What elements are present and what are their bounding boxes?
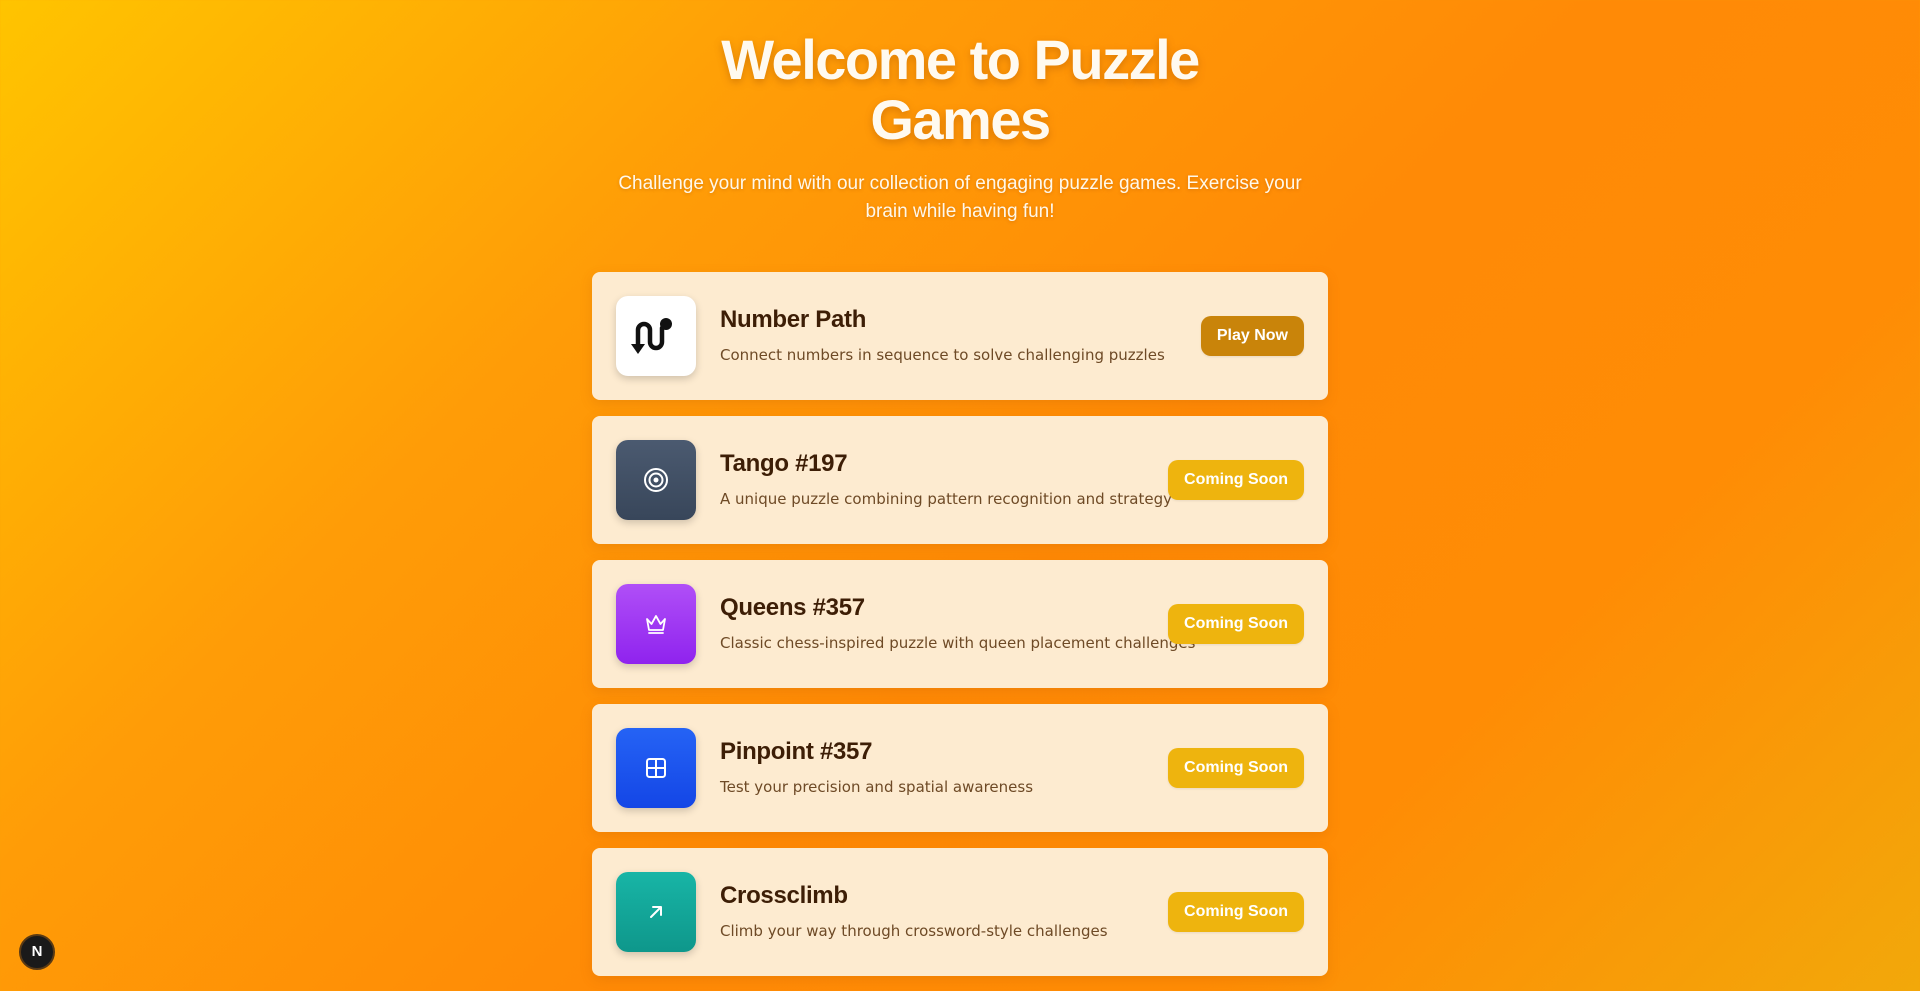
coming-soon-button[interactable]: Coming Soon [1168,460,1304,500]
game-title: Number Path [720,306,867,333]
coming-soon-button[interactable]: Coming Soon [1168,604,1304,644]
game-title: Queens #357 [720,594,865,621]
coming-soon-button[interactable]: Coming Soon [1168,748,1304,788]
hero-section: Welcome to Puzzle Games Challenge your m… [0,0,1920,226]
play-now-button[interactable]: Play Now [1200,316,1304,356]
number-path-icon [616,296,696,376]
game-card-queens[interactable]: Queens #357 Classic chess-inspired puzzl… [592,560,1328,688]
game-description: Test your precision and spatial awarenes… [720,778,1034,796]
game-description: Classic chess-inspired puzzle with queen… [720,634,1196,652]
game-card-tango[interactable]: Tango #197 A unique puzzle combining pat… [592,416,1328,544]
page-title: Welcome to Puzzle Games [721,28,1200,151]
game-description: Climb your way through crossword-style c… [720,922,1108,940]
game-card-number-path[interactable]: Number Path Connect numbers in sequence … [592,272,1328,400]
page-subtitle: Challenge your mind with our collection … [618,173,1302,222]
game-title: Pinpoint #357 [720,738,873,765]
game-list: Number Path Connect numbers in sequence … [592,272,1328,991]
grid-icon [616,728,696,808]
arrow-up-right-icon [616,872,696,952]
game-description: Connect numbers in sequence to solve cha… [720,346,1165,364]
game-card-pinpoint[interactable]: Pinpoint #357 Test your precision and sp… [592,704,1328,832]
game-description: A unique puzzle combining pattern recogn… [720,490,1172,508]
dev-tools-badge[interactable]: N [19,934,55,970]
crown-icon [616,584,696,664]
game-title: Tango #197 [720,450,848,477]
target-icon [616,440,696,520]
game-card-crossclimb[interactable]: Crossclimb Climb your way through crossw… [592,848,1328,976]
coming-soon-button[interactable]: Coming Soon [1168,892,1304,932]
game-title: Crossclimb [720,882,848,909]
